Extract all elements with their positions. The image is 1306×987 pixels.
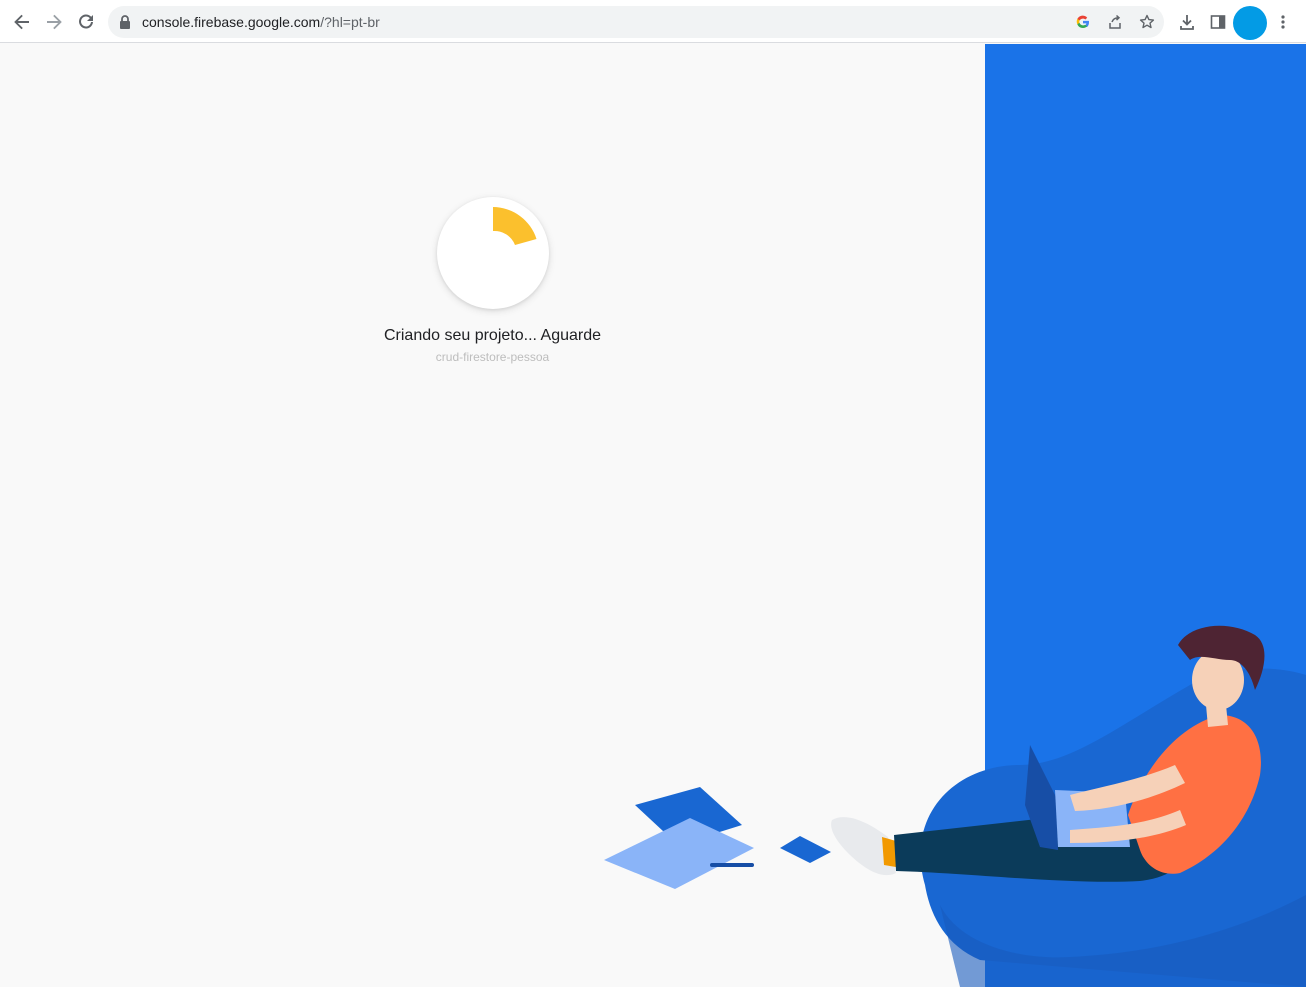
forward-button[interactable] <box>40 8 68 36</box>
lock-icon <box>120 15 130 29</box>
spinner-arc-icon <box>493 207 537 245</box>
reload-icon <box>79 14 93 29</box>
url-text: console.firebase.google.com/?hl=pt-br <box>142 14 380 30</box>
arrow-right-icon <box>47 14 62 30</box>
star-glyph <box>1139 14 1155 29</box>
address-bar[interactable]: console.firebase.google.com/?hl=pt-br <box>108 6 1164 38</box>
person-with-laptop-illustration <box>604 625 1306 987</box>
share-icon[interactable] <box>1106 13 1124 31</box>
share-glyph <box>1109 14 1121 29</box>
star-icon[interactable] <box>1138 13 1156 31</box>
side-panel-icon <box>1210 15 1226 29</box>
url-host: console.firebase.google.com <box>142 14 321 30</box>
project-name: crud-firestore-pessoa <box>435 350 550 364</box>
profile-avatar[interactable] <box>1233 6 1267 40</box>
url-path: /?hl=pt-br <box>320 14 380 30</box>
download-icon <box>1180 15 1194 30</box>
back-button[interactable] <box>8 8 36 36</box>
browser-toolbar: console.firebase.google.com/?hl=pt-br <box>0 0 1306 43</box>
status-message: Criando seu projeto... Aguarde <box>383 327 602 344</box>
reload-button[interactable] <box>72 8 100 36</box>
google-g-icon[interactable] <box>1074 13 1092 31</box>
menu-button[interactable] <box>1270 8 1296 36</box>
loading-spinner <box>437 197 549 309</box>
arrow-left-icon <box>14 14 29 30</box>
google-g-glyph <box>1076 15 1089 29</box>
kebab-menu-icon <box>1281 15 1285 29</box>
download-button[interactable] <box>1173 8 1201 36</box>
side-panel-button[interactable] <box>1204 8 1232 36</box>
